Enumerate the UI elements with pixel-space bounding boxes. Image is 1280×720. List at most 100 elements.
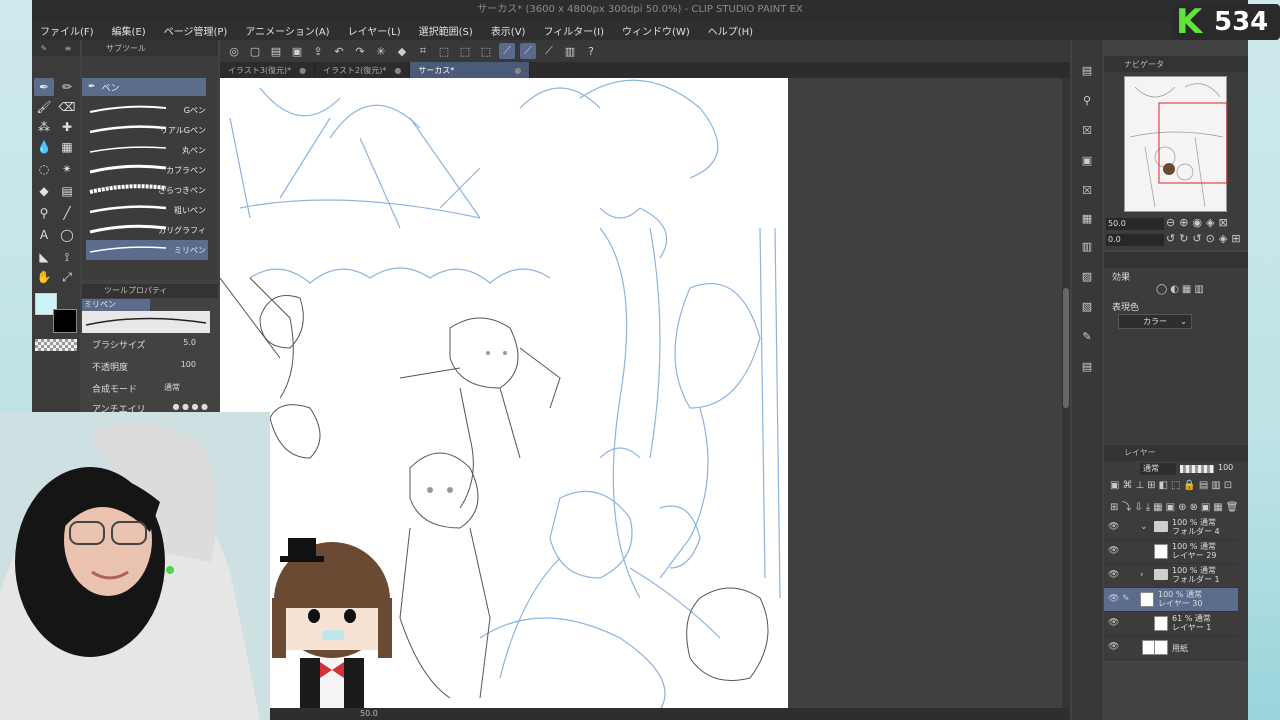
material-image-icon[interactable]: ▧ xyxy=(1079,300,1095,314)
menu-help[interactable]: ヘルプ(H) xyxy=(708,23,753,38)
clip-studio-icon[interactable]: ◎ xyxy=(226,43,242,59)
lasso-tool-icon[interactable]: ◌ xyxy=(34,160,54,178)
operation-tool-icon[interactable]: ⚲ xyxy=(34,204,54,222)
brush-size-row[interactable]: ブラシサイズ 5.0 xyxy=(92,336,210,352)
blend-tool-icon[interactable]: 💧 xyxy=(34,138,54,156)
brush-round-pen[interactable]: 丸ペン xyxy=(86,140,208,160)
eye-icon[interactable]: 👁 xyxy=(1108,570,1119,580)
close-icon[interactable]: ● xyxy=(299,66,306,75)
correct-line-icon[interactable]: ⟟ xyxy=(57,248,77,266)
brush-gpen[interactable]: Gペン xyxy=(86,100,208,120)
deselect-icon[interactable]: ⬚ xyxy=(457,43,473,59)
new-file-icon[interactable]: ▢ xyxy=(247,43,263,59)
layer-tool-icons[interactable]: ▣⌘⊥⊞◧⬚🔒▤▥⊡ xyxy=(1110,480,1235,491)
brush-calligraphy[interactable]: カリグラフィ xyxy=(86,220,208,240)
menu-animation[interactable]: アニメーション(A) xyxy=(245,23,329,38)
menu-file[interactable]: ファイル(F) xyxy=(40,23,94,38)
blend-mode-row[interactable]: 合成モード 通常 xyxy=(92,380,210,396)
eyedropper-tool-icon[interactable]: ⤢ xyxy=(57,268,77,286)
brush-kabura-pen[interactable]: カブラペン xyxy=(86,160,208,180)
subtool-group-pen[interactable]: ✒ ペン xyxy=(82,78,206,96)
gradient-tool-icon[interactable]: ▤ xyxy=(57,182,77,200)
text-tool-icon[interactable]: A xyxy=(34,226,54,244)
sub-color-swatch[interactable] xyxy=(53,309,77,333)
menu-icon[interactable]: ≡ xyxy=(65,44,72,53)
tab-illust2[interactable]: イラスト2(復元)* ● xyxy=(315,62,411,78)
layer-opacity-slider[interactable] xyxy=(1180,465,1214,473)
eye-icon[interactable]: 👁 xyxy=(1108,522,1119,532)
material-pages-icon[interactable]: ▥ xyxy=(1079,240,1095,254)
pen-tab-icon[interactable]: ✎ xyxy=(41,44,48,53)
transparent-color-swatch[interactable] xyxy=(35,339,77,351)
vertical-scrollbar[interactable] xyxy=(1062,78,1070,708)
menu-selection[interactable]: 選択範囲(S) xyxy=(419,23,473,38)
rotate-buttons[interactable]: ↺↻↺⊙◈⊞ xyxy=(1166,232,1245,245)
settings-icon[interactable]: ▥ xyxy=(562,43,578,59)
eye-icon[interactable]: 👁 xyxy=(1108,546,1119,556)
material-cross-icon[interactable]: ☒ xyxy=(1079,184,1095,198)
snap-grid-icon[interactable]: ⟋ xyxy=(541,43,557,59)
tab-circus[interactable]: サーカス* ● xyxy=(410,62,531,78)
blend-mode-value[interactable]: 通常 xyxy=(164,382,180,393)
menu-page[interactable]: ページ管理(P) xyxy=(164,23,228,38)
hand-tool-icon[interactable]: ✋ xyxy=(34,268,54,286)
auto-select-icon[interactable]: ✴ xyxy=(57,160,77,178)
zoom-buttons[interactable]: ⊖⊕◉◈⊠ xyxy=(1166,216,1232,229)
close-icon[interactable]: ● xyxy=(394,66,401,75)
brush-tool-icon[interactable]: 🖌 xyxy=(34,98,54,116)
status-zoom[interactable]: 50.0 xyxy=(360,709,378,718)
move-tool-icon[interactable]: ✚ xyxy=(57,118,77,136)
effect-buttons[interactable]: ◯◐▦▥ xyxy=(1156,284,1207,295)
layer-row[interactable]: 👁 61 % 通常 レイヤー 1 xyxy=(1104,612,1238,636)
fill-icon[interactable]: ◆ xyxy=(394,43,410,59)
search-icon[interactable]: ⚲ xyxy=(1079,94,1095,108)
material-tone-icon[interactable]: ▨ xyxy=(1079,270,1095,284)
eye-icon[interactable]: 👁 xyxy=(1108,594,1119,604)
save-icon[interactable]: ▣ xyxy=(289,43,305,59)
menu-edit[interactable]: 編集(E) xyxy=(112,23,146,38)
layer-row[interactable]: 👁 › 100 % 通常 フォルダー 1 xyxy=(1104,564,1238,588)
close-icon[interactable]: ● xyxy=(514,66,521,75)
brush-rough-pen[interactable]: ざらつきペン xyxy=(86,180,208,200)
eye-icon[interactable]: 👁 xyxy=(1108,618,1119,628)
undo-icon[interactable]: ↶ xyxy=(331,43,347,59)
help-icon[interactable]: ? xyxy=(583,43,599,59)
tab-illust3[interactable]: イラスト3(復元)* ● xyxy=(220,62,316,78)
material-edit-icon[interactable]: ✎ xyxy=(1079,330,1095,344)
brush-real-gpen[interactable]: リアルGペン xyxy=(86,120,208,140)
open-file-icon[interactable]: ▤ xyxy=(268,43,284,59)
pencil-tool-icon[interactable]: ✏ xyxy=(57,78,77,96)
brush-milli-pen[interactable]: ミリペン xyxy=(86,240,208,260)
invert-selection-icon[interactable]: ⬚ xyxy=(478,43,494,59)
chevron-down-icon[interactable]: ⌄ xyxy=(1140,522,1148,532)
layer-action-icons[interactable]: ⊞⤵⇩⤓▦▣⊕⊗▣▦🗑 xyxy=(1110,498,1241,513)
opacity-value[interactable]: 100 xyxy=(181,360,196,369)
opacity-row[interactable]: 不透明度 100 xyxy=(92,358,210,374)
transform-icon[interactable]: ⌗ xyxy=(415,43,431,59)
zoom-input[interactable]: 50.0 xyxy=(1106,218,1164,230)
menu-filter[interactable]: フィルター(I) xyxy=(543,23,604,38)
select-all-icon[interactable]: ⬚ xyxy=(436,43,452,59)
material-layer-icon[interactable]: ▤ xyxy=(1079,360,1095,374)
eye-icon[interactable]: 👁 xyxy=(1108,642,1119,652)
redo-icon[interactable]: ↷ xyxy=(352,43,368,59)
layer-row-selected[interactable]: 👁 ✎ 100 % 通常 レイヤー 30 xyxy=(1104,588,1238,612)
snap-ruler-icon[interactable]: ⟋ xyxy=(499,43,515,59)
decoration-tool-icon[interactable]: ⁂ xyxy=(34,118,54,136)
figure-tool-icon[interactable]: ▦ xyxy=(57,138,77,156)
material-pattern-icon[interactable]: ▦ xyxy=(1079,212,1095,226)
material-frame-icon[interactable]: ▣ xyxy=(1079,154,1095,168)
eraser-tool-icon[interactable]: ⌫ xyxy=(57,98,77,116)
fill-tool-icon[interactable]: ◆ xyxy=(34,182,54,200)
menu-view[interactable]: 表示(V) xyxy=(491,23,526,38)
material-x-icon[interactable]: ☒ xyxy=(1079,124,1095,138)
menu-window[interactable]: ウィンドウ(W) xyxy=(622,23,690,38)
brush-size-value[interactable]: 5.0 xyxy=(183,338,196,347)
scroll-thumb[interactable] xyxy=(1063,288,1069,408)
layer-row[interactable]: 👁 100 % 通常 レイヤー 29 xyxy=(1104,540,1238,564)
layer-row[interactable]: 👁 用紙 xyxy=(1104,636,1238,660)
balloon-tool-icon[interactable]: ◯ xyxy=(57,226,77,244)
antialias-options-icon[interactable]: ● ● ● ● xyxy=(172,402,208,411)
drawing-canvas[interactable] xyxy=(220,78,788,710)
export-icon[interactable]: ⇪ xyxy=(310,43,326,59)
